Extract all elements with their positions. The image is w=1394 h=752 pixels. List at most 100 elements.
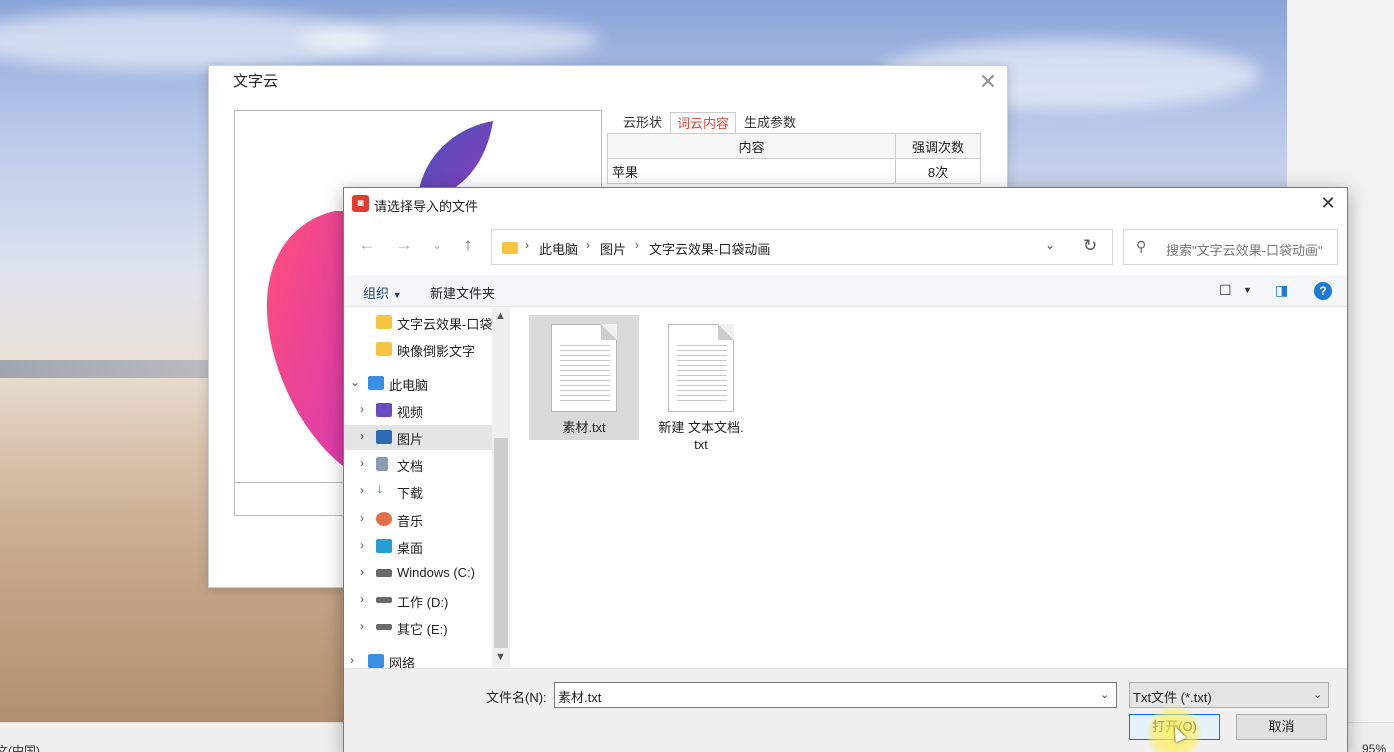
new-folder-button[interactable]: 新建文件夹 [430, 283, 495, 302]
nav-item-folder[interactable]: 文字云效果-口袋 [344, 310, 492, 335]
file-open-dialog: ◙ 请选择导入的文件 ✕ ← → ⌄ ↑ › 此电脑 › 图片 › 文字云效果-… [343, 187, 1348, 752]
nav-scrollbar[interactable]: ▲ ▼ [492, 308, 510, 668]
status-zoom: 95% [1362, 742, 1387, 752]
search-input[interactable]: 搜索"文字云效果-口袋动画" [1166, 240, 1336, 259]
back-arrow-icon[interactable]: ← [356, 234, 378, 256]
folder-icon [376, 315, 392, 329]
download-icon: ↓ [376, 480, 384, 497]
chevron-right-icon[interactable]: › [350, 653, 354, 667]
wordcloud-table: 内容 强调次数 苹果 8次 [607, 133, 981, 184]
nav-item-label: 视频 [397, 405, 424, 420]
navigation-pane: 文字云效果-口袋 映像倒影文字 ⌄ 此电脑 › 视频 › 图片 › 文档 › ↓… [344, 308, 510, 668]
chevron-down-icon[interactable]: ⌄ [350, 375, 360, 389]
scrollbar-thumb[interactable] [494, 438, 508, 648]
file-item[interactable]: 新建 文本文档. txt [646, 315, 756, 452]
search-box[interactable]: ⚲ 搜索"文字云效果-口袋动画" [1123, 229, 1338, 265]
chevron-right-icon: › [525, 238, 529, 252]
nav-item-label: 此电脑 [389, 378, 429, 393]
caret-down-icon: ▼ [392, 290, 402, 300]
row-count: 8次 [895, 158, 981, 184]
chevron-right-icon[interactable]: › [360, 456, 364, 470]
chevron-down-icon: ⌄ [1313, 689, 1323, 701]
nav-item-label: 音乐 [397, 514, 424, 529]
nav-item-label: 文字云效果-口袋 [397, 317, 493, 332]
nav-item-documents[interactable]: › 文档 [344, 452, 492, 477]
nav-item-videos[interactable]: › 视频 [344, 398, 492, 423]
column-count: 强调次数 [895, 133, 981, 159]
recent-dropdown-icon[interactable]: ⌄ [426, 234, 448, 256]
chevron-right-icon[interactable]: › [360, 511, 364, 525]
preview-pane-icon[interactable]: ◨ [1275, 282, 1288, 299]
file-name: 新建 文本文档. txt [658, 420, 744, 452]
nav-item-label: 网络 [389, 656, 416, 668]
chevron-right-icon[interactable]: › [360, 429, 364, 443]
status-language: 文(中国) [0, 744, 40, 752]
nav-item-drive-c[interactable]: › Windows (C:) [344, 561, 492, 586]
chevron-right-icon[interactable]: › [360, 483, 364, 497]
nav-item-downloads[interactable]: › ↓ 下载 [344, 479, 492, 504]
chevron-right-icon[interactable]: › [360, 538, 364, 552]
view-icon[interactable]: ☐ [1219, 282, 1232, 299]
nav-item-folder[interactable]: 映像倒影文字 [344, 337, 492, 362]
close-icon[interactable]: ✕ [977, 71, 999, 94]
help-icon[interactable]: ? [1314, 282, 1332, 300]
navigation-bar: ← → ⌄ ↑ › 此电脑 › 图片 › 文字云效果-口袋动画 ⌄ ↻ ⚲ 搜索… [344, 224, 1347, 268]
nav-item-label: 其它 (E:) [397, 622, 448, 637]
file-name: 素材.txt [562, 420, 606, 435]
drive-icon [376, 597, 392, 603]
drive-icon [376, 624, 392, 630]
nav-item-music[interactable]: › 音乐 [344, 507, 492, 532]
address-bar[interactable]: › 此电脑 › 图片 › 文字云效果-口袋动画 ⌄ ↻ [491, 229, 1113, 265]
caret-down-icon[interactable]: ▼ [1243, 285, 1252, 295]
nav-item-label: 图片 [397, 432, 424, 447]
nav-item-pictures[interactable]: › 图片 [344, 425, 492, 450]
chevron-down-icon[interactable]: ⌄ [1045, 238, 1055, 252]
nav-item-label: 映像倒影文字 [397, 344, 476, 359]
nav-item-network[interactable]: › 网络 [344, 649, 492, 668]
breadcrumb-pictures[interactable]: 图片 [600, 239, 626, 258]
nav-item-this-pc[interactable]: ⌄ 此电脑 [344, 371, 492, 396]
text-file-icon [668, 324, 734, 412]
refresh-icon[interactable]: ↻ [1083, 236, 1097, 256]
chevron-right-icon[interactable]: › [360, 592, 364, 606]
chevron-down-icon[interactable]: ⌄ [1100, 688, 1109, 701]
filename-value: 素材.txt [558, 690, 602, 705]
column-content: 内容 [607, 133, 896, 159]
cloud [300, 20, 600, 60]
forward-arrow-icon[interactable]: → [393, 234, 415, 256]
drive-icon [376, 569, 392, 577]
file-type-value: Txt文件 (*.txt) [1133, 690, 1212, 705]
app-icon: ◙ [352, 195, 369, 212]
wordcloud-title: 文字云 [233, 73, 279, 90]
table-row[interactable]: 苹果 8次 [607, 158, 981, 184]
cancel-button[interactable]: 取消 [1236, 714, 1327, 740]
chevron-down-icon[interactable]: ▼ [495, 651, 506, 663]
up-arrow-icon[interactable]: ↑ [457, 234, 479, 256]
nav-item-drive-e[interactable]: › 其它 (E:) [344, 615, 492, 640]
search-icon: ⚲ [1136, 238, 1147, 254]
organize-button[interactable]: 组织 ▼ [363, 283, 402, 302]
desktop-icon [376, 539, 392, 553]
dialog-titlebar: ◙ 请选择导入的文件 ✕ [344, 188, 1347, 220]
filename-field[interactable]: 素材.txt ⌄ [554, 682, 1117, 708]
music-icon [376, 512, 392, 526]
close-icon[interactable]: ✕ [1314, 192, 1342, 216]
file-list: 素材.txt 新建 文本文档. txt [512, 308, 1347, 668]
command-toolbar: 组织 ▼ 新建文件夹 ☐ ▼ ◨ ? [344, 275, 1347, 307]
file-item[interactable]: 素材.txt [529, 315, 639, 440]
chevron-right-icon[interactable]: › [360, 619, 364, 633]
nav-item-drive-d[interactable]: › 工作 (D:) [344, 588, 492, 613]
chevron-right-icon: › [586, 238, 590, 252]
pictures-icon [376, 430, 392, 444]
folder-icon [502, 242, 518, 254]
nav-item-label: 桌面 [397, 541, 424, 556]
folder-icon [376, 342, 392, 356]
breadcrumb-this-pc[interactable]: 此电脑 [539, 239, 578, 258]
nav-item-desktop[interactable]: › 桌面 [344, 534, 492, 559]
breadcrumb-folder[interactable]: 文字云效果-口袋动画 [649, 239, 770, 258]
wordcloud-tabs: 云形状 词云内容 生成参数 [607, 110, 987, 136]
file-type-select[interactable]: Txt文件 (*.txt) ⌄ [1129, 682, 1329, 708]
chevron-right-icon[interactable]: › [360, 565, 364, 579]
chevron-up-icon[interactable]: ▲ [495, 310, 506, 322]
chevron-right-icon[interactable]: › [360, 402, 364, 416]
